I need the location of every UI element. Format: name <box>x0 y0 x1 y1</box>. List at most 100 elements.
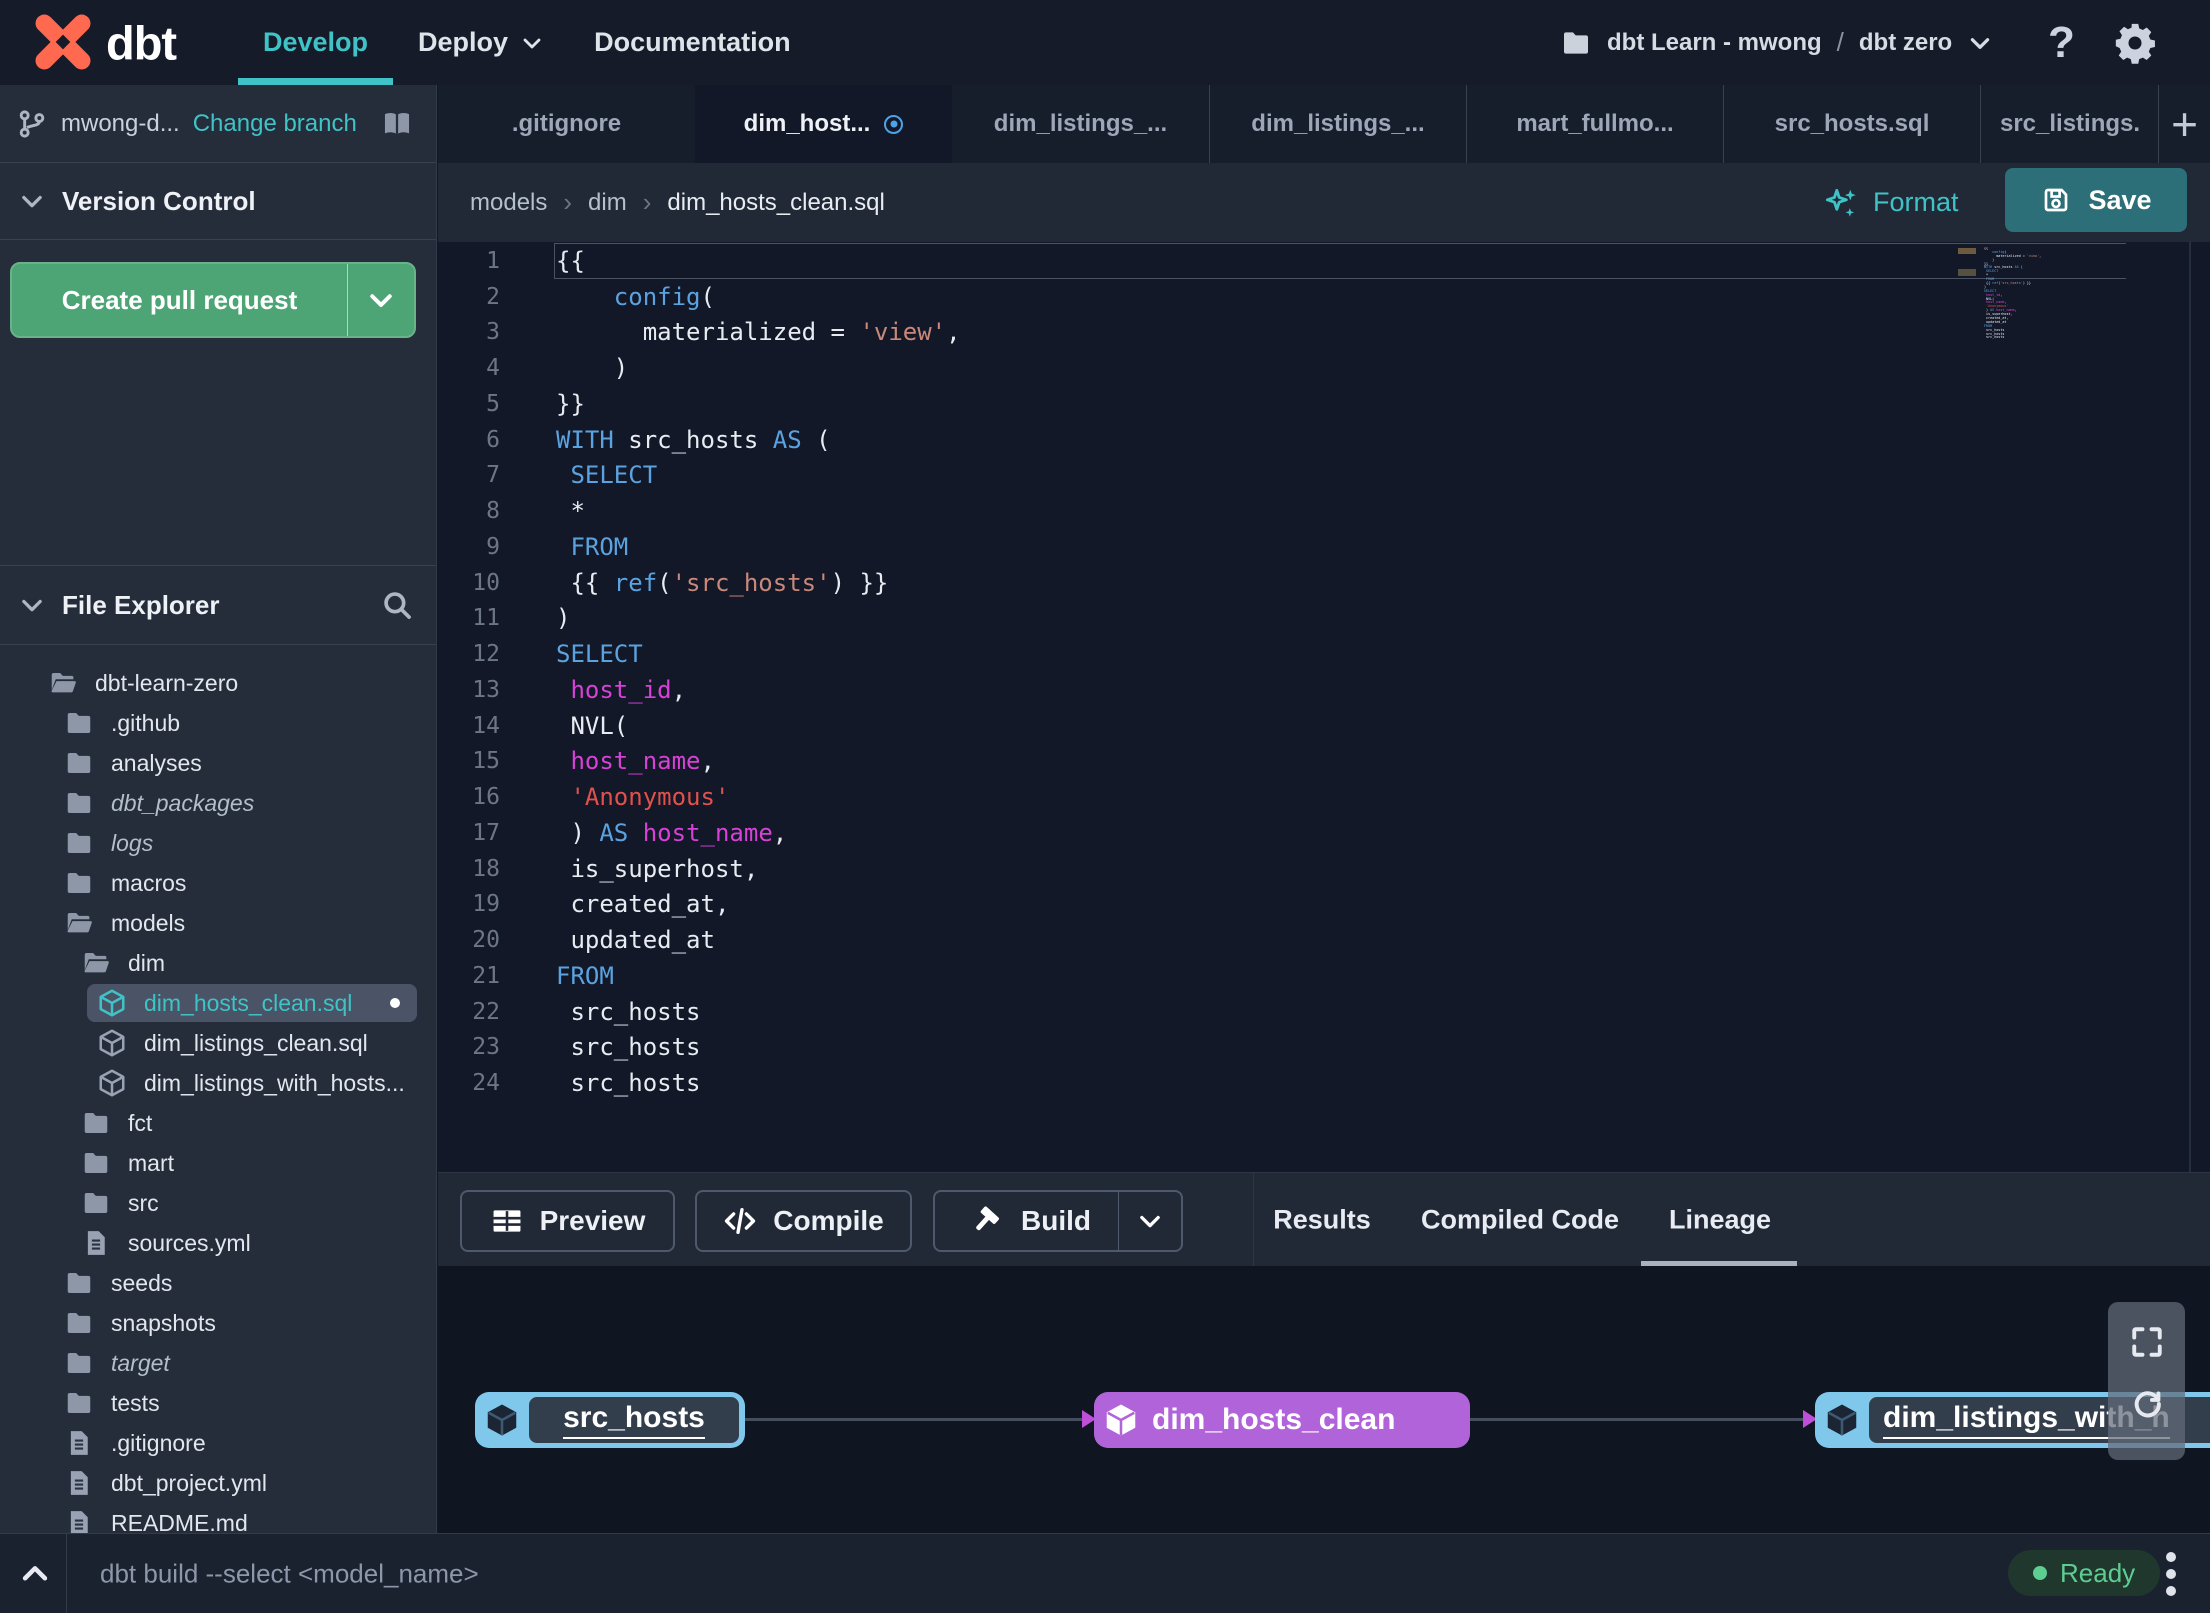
code-line-4[interactable]: 4 ) <box>438 350 2150 386</box>
tree-item-models[interactable]: models <box>0 903 436 943</box>
code-line-1[interactable]: 1 {{ <box>438 243 2150 279</box>
search-icon[interactable] <box>380 588 414 622</box>
editor-scrollbar[interactable] <box>2189 242 2191 1172</box>
line-number: 23 <box>472 1034 500 1061</box>
code-line-19[interactable]: 19 created_at, <box>438 887 2150 923</box>
tree-item-sources-yml[interactable]: sources.yml <box>0 1223 436 1263</box>
tree-item-dim-listings-with-hosts-[interactable]: dim_listings_with_hosts... <box>0 1063 436 1103</box>
editor-tab-dim-listings-[interactable]: dim_listings_... <box>1209 85 1466 163</box>
git-branch-icon <box>16 108 48 140</box>
tree-item-snapshots[interactable]: snapshots <box>0 1303 436 1343</box>
new-tab-button[interactable]: + <box>2158 85 2210 163</box>
tree-item-label: dim <box>128 949 166 976</box>
line-number: 19 <box>472 891 500 918</box>
code-line-11[interactable]: 11) <box>438 601 2150 637</box>
code-line-16[interactable]: 16 'Anonymous' <box>438 779 2150 815</box>
tree-item-logs[interactable]: logs <box>0 823 436 863</box>
tab-label: mart_fullmo... <box>1516 110 1674 137</box>
code-line-3[interactable]: 3 materialized = 'view', <box>438 315 2150 351</box>
editor-tab--gitignore[interactable]: .gitignore <box>438 85 695 163</box>
nav-item-documentation[interactable]: Documentation <box>569 0 816 85</box>
tree-item-src[interactable]: src <box>0 1183 436 1223</box>
breadcrumb-item[interactable]: models <box>470 189 547 217</box>
code-line-12[interactable]: 12 SELECT <box>438 636 2150 672</box>
code-line-17[interactable]: 17 ) AS host_name, <box>438 815 2150 851</box>
tree-item-dim-listings-clean-sql[interactable]: dim_listings_clean.sql <box>0 1023 436 1063</box>
code-line-2[interactable]: 2 config( <box>438 279 2150 315</box>
tree-item-macros[interactable]: macros <box>0 863 436 903</box>
code-line-15[interactable]: 15 host_name, <box>438 744 2150 780</box>
tree-item-target[interactable]: target <box>0 1343 436 1383</box>
code-line-5[interactable]: 5}} <box>438 386 2150 422</box>
code-line-7[interactable]: 7 SELECT <box>438 458 2150 494</box>
tree-item-dbt-packages[interactable]: dbt_packages <box>0 783 436 823</box>
chevron-up-icon[interactable] <box>18 1557 52 1591</box>
editor-tab-src-hosts-sql[interactable]: src_hosts.sql <box>1723 85 1980 163</box>
format-button[interactable]: Format <box>1821 163 1959 242</box>
code-line-18[interactable]: 18 is_superhost, <box>438 851 2150 887</box>
code-line-8[interactable]: 8 * <box>438 493 2150 529</box>
create-pull-request-button[interactable]: Create pull request <box>10 262 416 338</box>
code-line-14[interactable]: 14 NVL( <box>438 708 2150 744</box>
lineage-node-src-hosts[interactable]: src_hosts <box>475 1392 745 1448</box>
tree-item-analyses[interactable]: analyses <box>0 743 436 783</box>
preview-button[interactable]: Preview <box>460 1190 675 1252</box>
lineage-controls <box>2108 1302 2185 1460</box>
fullscreen-icon[interactable] <box>2129 1324 2165 1360</box>
code-line-22[interactable]: 22 src_hosts <box>438 994 2150 1030</box>
file-explorer-title: File Explorer <box>62 589 220 620</box>
kebab-menu-icon[interactable] <box>2166 1551 2176 1596</box>
editor-minimap[interactable]: {{ config( materialized = 'view', )}} WIT… <box>1984 247 2048 340</box>
preview-grid-icon <box>490 1204 524 1238</box>
code-line-20[interactable]: 20 updated_at <box>438 922 2150 958</box>
gear-icon[interactable] <box>2112 20 2158 66</box>
tree-item-fct[interactable]: fct <box>0 1103 436 1143</box>
breadcrumb-item[interactable]: dim_hosts_clean.sql <box>667 189 884 217</box>
tree-item-dbt-project-yml[interactable]: dbt_project.yml <box>0 1463 436 1503</box>
panel-tab-lineage[interactable]: Lineage <box>1669 1204 1771 1235</box>
project-selector[interactable]: dbt Learn - mwong / dbt zero <box>1560 0 1993 85</box>
docs-book-icon[interactable] <box>380 107 414 141</box>
tree-item--github[interactable]: .github <box>0 703 436 743</box>
editor-tab-dim-host-[interactable]: dim_host... <box>695 85 952 163</box>
tree-item-dim-hosts-clean-sql[interactable]: dim_hosts_clean.sql <box>0 983 436 1023</box>
build-button[interactable]: Build <box>933 1190 1183 1252</box>
compile-button[interactable]: Compile <box>695 1190 912 1252</box>
nav-item-develop[interactable]: Develop <box>238 0 394 85</box>
tree-item-seeds[interactable]: seeds <box>0 1263 436 1303</box>
code-line-6[interactable]: 6 WITH src_hosts AS ( <box>438 422 2150 458</box>
tree-item-tests[interactable]: tests <box>0 1383 436 1423</box>
code-line-13[interactable]: 13 host_id, <box>438 672 2150 708</box>
code-line-10[interactable]: 10 {{ ref('src_hosts') }} <box>438 565 2150 601</box>
command-input[interactable]: dbt build --select <model_name> <box>100 1558 479 1589</box>
chevron-down-icon[interactable] <box>1118 1192 1181 1250</box>
nav-item-deploy[interactable]: Deploy <box>393 0 569 85</box>
tree-item--gitignore[interactable]: .gitignore <box>0 1423 436 1463</box>
panel-tab-compiled-code[interactable]: Compiled Code <box>1421 1204 1619 1235</box>
tree-item-readme-md[interactable]: README.md <box>0 1503 436 1533</box>
panel-tab-results[interactable]: Results <box>1273 1204 1371 1235</box>
code-line-24[interactable]: 24 src_hosts <box>438 1065 2150 1101</box>
dbt-logo-icon[interactable] <box>34 13 92 71</box>
code-line-23[interactable]: 23 src_hosts <box>438 1030 2150 1066</box>
code-editor[interactable]: 1{{2 config(3 materialized = 'view', 4 ) 5… <box>438 242 2210 1172</box>
tree-item-dbt-learn-zero[interactable]: dbt-learn-zero <box>0 663 436 703</box>
tree-item-label: logs <box>111 829 154 856</box>
help-button[interactable]: ? <box>2048 18 2075 68</box>
lineage-node-dim-hosts-clean[interactable]: dim_hosts_clean <box>1094 1392 1470 1448</box>
tree-item-mart[interactable]: mart <box>0 1143 436 1183</box>
breadcrumb-item[interactable]: dim <box>588 189 627 217</box>
editor-tab-src-listings-[interactable]: src_listings. <box>1980 85 2159 163</box>
tree-item-dim[interactable]: dim <box>0 943 436 983</box>
code-line-9[interactable]: 9 FROM <box>438 529 2150 565</box>
refresh-icon[interactable] <box>2129 1386 2165 1422</box>
save-button[interactable]: Save <box>2005 168 2187 232</box>
version-control-header[interactable]: Version Control <box>0 163 436 240</box>
code-line-21[interactable]: 21 FROM <box>438 958 2150 994</box>
lineage-panel[interactable]: src_hosts dim_hosts_clean dim_listings_wit… <box>438 1266 2210 1533</box>
file-explorer-header[interactable]: File Explorer <box>0 565 436 645</box>
change-branch-link[interactable]: Change branch <box>193 110 357 138</box>
editor-tab-dim-listings-[interactable]: dim_listings_... <box>952 85 1209 163</box>
editor-tab-mart-fullmo-[interactable]: mart_fullmo... <box>1466 85 1723 163</box>
chevron-down-icon[interactable] <box>347 264 414 336</box>
